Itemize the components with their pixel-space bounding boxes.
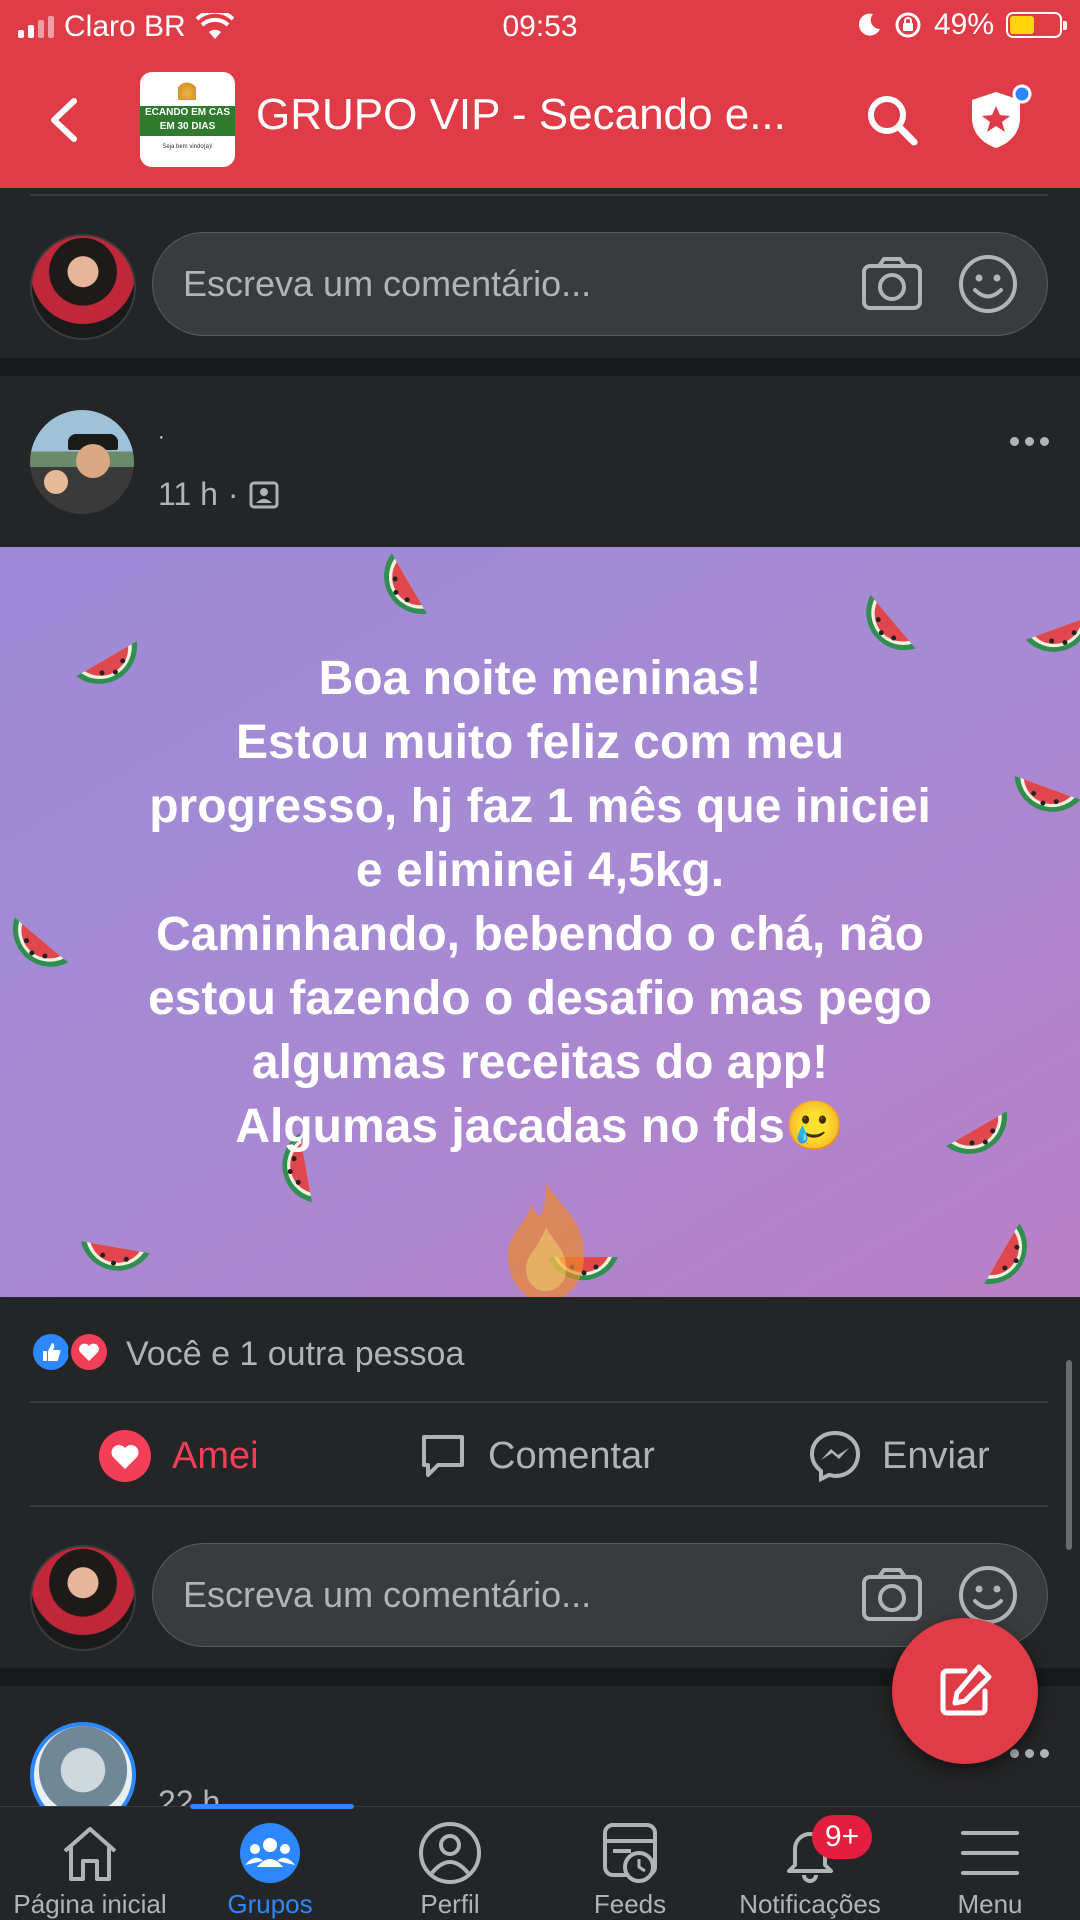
love-label: Amei bbox=[172, 1434, 259, 1477]
compose-post-button[interactable] bbox=[892, 1618, 1038, 1764]
group-title[interactable]: GRUPO VIP - Secando e... bbox=[256, 90, 796, 140]
section-separator bbox=[0, 358, 1080, 376]
tab-label: Menu bbox=[957, 1889, 1023, 1919]
avatar[interactable] bbox=[30, 1545, 136, 1651]
home-icon bbox=[63, 1827, 117, 1881]
bottom-tab-bar: Página inicial Grupos Perfil Feeds 9+ No… bbox=[0, 1804, 1080, 1920]
tab-label: Feeds bbox=[593, 1889, 667, 1919]
shield-star-icon bbox=[972, 84, 1032, 148]
group-members-icon bbox=[249, 481, 279, 508]
notification-badge: 9+ bbox=[812, 1815, 872, 1859]
logo-band-text: ECANDO EM CAS EM 30 DIAS bbox=[140, 106, 235, 136]
avatar-face-child bbox=[44, 470, 68, 494]
battery-fill bbox=[1010, 16, 1034, 34]
reactions-text: Você e 1 outra pessoa bbox=[126, 1335, 465, 1373]
search-button[interactable] bbox=[862, 90, 922, 150]
heart-filled-icon bbox=[99, 1430, 151, 1482]
post-text-card[interactable]: Boa noite meninas! Estou muito feliz com… bbox=[0, 547, 1080, 1297]
logo-subtext: Seja bem vindo(a)! bbox=[162, 144, 213, 150]
love-button[interactable]: Amei bbox=[98, 1427, 259, 1485]
menu-icon bbox=[961, 1831, 1019, 1875]
love-reaction-icon bbox=[68, 1331, 110, 1373]
scrollbar[interactable] bbox=[1066, 1360, 1072, 1550]
comment-label: Comentar bbox=[488, 1434, 655, 1477]
watermelon-icon bbox=[80, 1241, 150, 1271]
status-right: 49% bbox=[856, 8, 1067, 42]
tab-feeds[interactable]: Feeds bbox=[540, 1807, 720, 1920]
camera-icon[interactable] bbox=[861, 255, 923, 311]
post-author-name[interactable]: · bbox=[158, 426, 165, 449]
comment-input[interactable]: Escreva um comentário... bbox=[152, 232, 1048, 336]
comment-composer-top: Escreva um comentário... bbox=[0, 196, 1080, 356]
post-meta: 11 h · bbox=[158, 476, 279, 513]
meta-dot: · bbox=[227, 476, 239, 512]
messenger-icon bbox=[809, 1430, 861, 1483]
next-post-time[interactable]: 22 h bbox=[158, 1784, 220, 1806]
post-actions: Amei Comentar Enviar bbox=[0, 1403, 1080, 1507]
admin-shield-button[interactable] bbox=[966, 84, 1036, 154]
reaction-icons bbox=[30, 1331, 110, 1373]
send-button[interactable]: Enviar bbox=[808, 1427, 990, 1485]
post-more-button[interactable] bbox=[1004, 426, 1054, 456]
tab-menu[interactable]: Menu bbox=[900, 1807, 1080, 1920]
profile-icon bbox=[419, 1822, 481, 1884]
logo-flame-icon bbox=[178, 78, 196, 100]
camera-icon[interactable] bbox=[861, 1566, 923, 1622]
flame-logo-watermark bbox=[508, 1181, 584, 1297]
tab-label: Perfil bbox=[420, 1889, 480, 1919]
tab-home[interactable]: Página inicial bbox=[0, 1807, 180, 1920]
post-author-avatar[interactable] bbox=[30, 410, 134, 514]
emoji-icon[interactable] bbox=[957, 1564, 1019, 1626]
like-reaction-icon bbox=[30, 1331, 72, 1373]
tab-label: Grupos bbox=[227, 1889, 313, 1919]
comment-button[interactable]: Comentar bbox=[418, 1427, 655, 1485]
feeds-icon bbox=[603, 1823, 657, 1883]
avatar-face bbox=[76, 444, 110, 478]
comment-placeholder: Escreva um comentário... bbox=[183, 263, 592, 304]
edit-icon bbox=[940, 1664, 992, 1716]
app-header: Claro BR 09:53 49% ECANDO EM CAS EM 30 D… bbox=[0, 0, 1080, 188]
chevron-left-icon bbox=[51, 98, 77, 142]
watermelon-icon bbox=[384, 553, 427, 615]
rotation-lock-icon bbox=[895, 12, 921, 38]
next-post-avatar[interactable] bbox=[30, 1722, 136, 1806]
groups-icon bbox=[240, 1823, 300, 1883]
tab-label: Página inicial bbox=[13, 1889, 167, 1919]
reactions-summary[interactable]: Você e 1 outra pessoa bbox=[0, 1297, 1080, 1401]
battery-icon bbox=[1006, 12, 1067, 38]
group-logo[interactable]: ECANDO EM CAS EM 30 DIAS Seja bem vindo(… bbox=[140, 72, 235, 167]
nav-row: ECANDO EM CAS EM 30 DIAS Seja bem vindo(… bbox=[0, 70, 1080, 170]
post-time[interactable]: 11 h bbox=[158, 476, 218, 513]
emoji-icon[interactable] bbox=[957, 253, 1019, 315]
tab-groups[interactable]: Grupos bbox=[180, 1807, 360, 1920]
post-header: · 11 h · bbox=[0, 376, 1080, 546]
tab-label: Notificações bbox=[739, 1889, 881, 1919]
post-text: Boa noite meninas! Estou muito feliz com… bbox=[147, 652, 933, 1153]
back-button[interactable] bbox=[38, 92, 88, 148]
comment-bubble-icon bbox=[422, 1435, 464, 1477]
battery-percent: 49% bbox=[933, 8, 994, 41]
search-icon bbox=[868, 96, 918, 146]
send-label: Enviar bbox=[882, 1434, 990, 1477]
comment-placeholder: Escreva um comentário... bbox=[183, 1574, 592, 1615]
status-bar: Claro BR 09:53 49% bbox=[0, 0, 1080, 52]
tab-notifications[interactable]: 9+ Notificações bbox=[720, 1807, 900, 1920]
watermelon-icon bbox=[984, 1223, 1027, 1285]
moon-icon bbox=[858, 13, 880, 36]
tab-profile[interactable]: Perfil bbox=[360, 1807, 540, 1920]
avatar[interactable] bbox=[30, 234, 136, 340]
comment-input[interactable]: Escreva um comentário... bbox=[152, 1543, 1048, 1647]
